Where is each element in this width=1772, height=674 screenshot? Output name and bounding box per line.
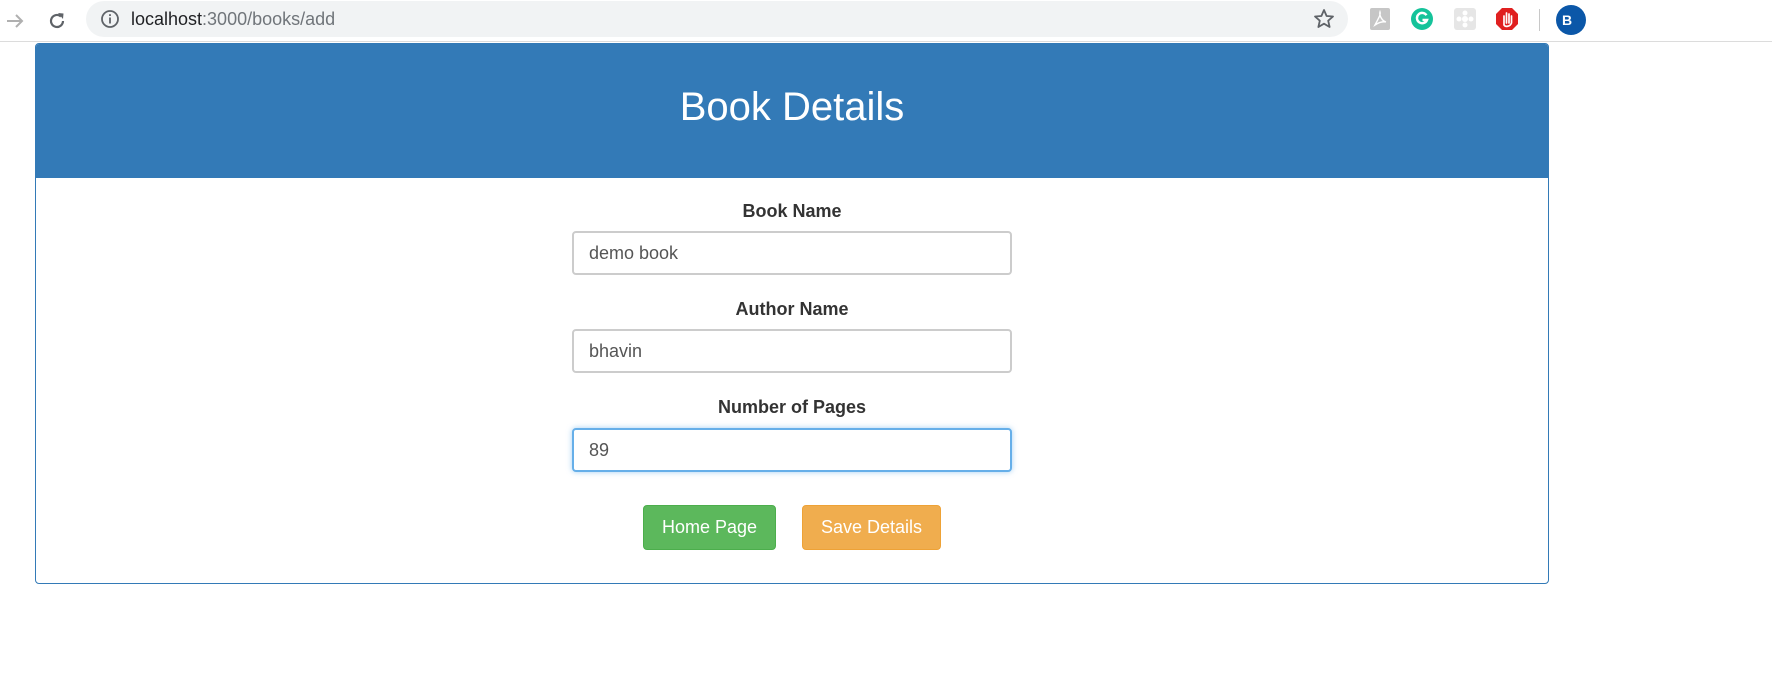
author-name-input[interactable]: [572, 329, 1012, 373]
info-icon[interactable]: [100, 9, 120, 29]
author-name-label: Author Name: [735, 299, 849, 319]
pages-label: Number of Pages: [717, 397, 867, 417]
url-host: localhost: [131, 9, 203, 29]
profile-avatar[interactable]: B: [1556, 5, 1586, 35]
reload-icon[interactable]: [44, 8, 70, 34]
forward-arrow-icon[interactable]: [2, 8, 28, 34]
extension-flower-icon[interactable]: [1453, 7, 1477, 31]
adblock-hand-icon[interactable]: [1495, 7, 1519, 31]
grammarly-icon[interactable]: [1410, 7, 1434, 31]
bookmark-star-icon[interactable]: [1312, 7, 1336, 31]
pages-input[interactable]: [572, 428, 1012, 472]
pdf-extension-icon[interactable]: [1368, 7, 1392, 31]
book-name-label: Book Name: [742, 201, 842, 221]
save-details-button[interactable]: Save Details: [802, 505, 941, 550]
url-path: :3000/books/add: [202, 9, 336, 29]
book-name-input[interactable]: [572, 231, 1012, 275]
page-title: Book Details: [679, 84, 905, 129]
book-details-panel: Book Details Book Name Author Name Numbe…: [35, 43, 1549, 584]
toolbar-divider: [1539, 9, 1540, 31]
address-bar[interactable]: localhost:3000/books/add: [86, 1, 1348, 37]
url-text[interactable]: localhost:3000/books/add: [131, 9, 335, 29]
browser-toolbar: localhost:3000/books/add B: [0, 0, 1772, 42]
panel-heading: Book Details: [36, 44, 1548, 178]
home-page-button[interactable]: Home Page: [643, 505, 776, 550]
